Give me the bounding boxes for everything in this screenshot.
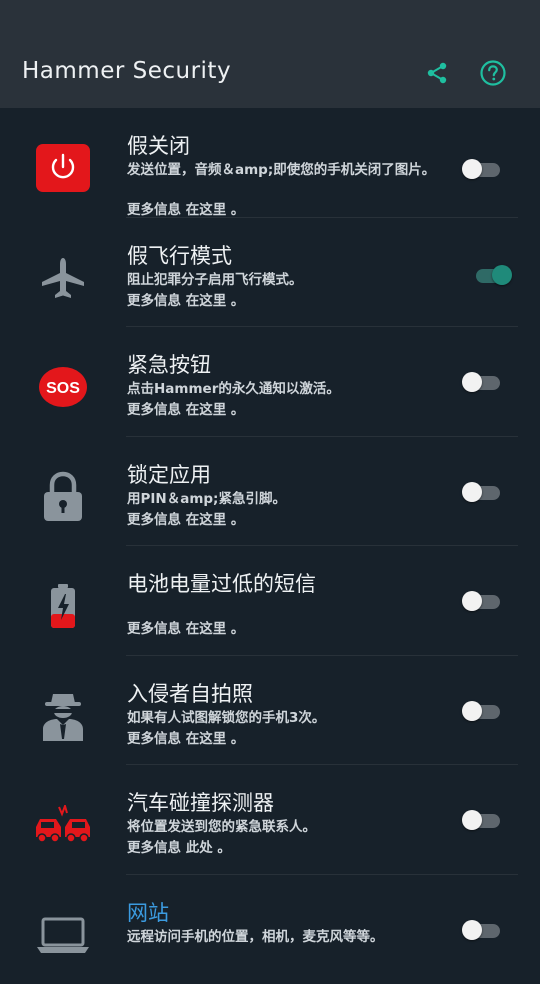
feature-row-fake-airplane-mode[interactable]: 假飞行模式 阻止犯罪分子启用飞行模式。 更多信息 在这里 。: [0, 218, 540, 328]
feature-description: 如果有人试图解锁您的手机3次。: [127, 709, 447, 727]
sos-label: SOS: [46, 380, 80, 397]
feature-title: 锁定应用: [127, 459, 211, 489]
feature-row-website[interactable]: 网站 远程访问手机的位置，相机，麦克风等等。: [0, 875, 540, 984]
more-info-link[interactable]: 更多信息 在这里 。: [127, 198, 244, 218]
car-crash-detector-toggle[interactable]: [462, 809, 500, 831]
power-icon: [34, 142, 92, 194]
car-crash-icon: [34, 799, 92, 851]
fake-airplane-mode-toggle[interactable]: [472, 264, 510, 286]
more-info-link[interactable]: 更多信息 在这里 。: [127, 398, 244, 418]
intruder-selfie-toggle[interactable]: [462, 700, 500, 722]
battery-low-icon: [34, 580, 92, 632]
more-info-link[interactable]: 更多信息 在这里 。: [127, 508, 244, 528]
more-info-link[interactable]: 更多信息 在这里 。: [127, 727, 244, 747]
feature-description: 点击Hammer的永久通知以激活。: [127, 380, 447, 398]
feature-description: 发送位置，音频＆amp;即使您的手机关闭了图片。: [127, 161, 447, 179]
feature-row-car-crash-detector[interactable]: 汽车碰撞探测器 将位置发送到您的紧急联系人。 更多信息 此处 。: [0, 765, 540, 875]
fake-shutdown-toggle[interactable]: [462, 158, 500, 180]
more-info-link[interactable]: 更多信息 在这里 。: [127, 289, 244, 309]
app-bar: Hammer Security: [0, 36, 540, 108]
feature-title: 紧急按钮: [127, 349, 211, 379]
lock-icon: [34, 471, 92, 523]
low-battery-sms-toggle[interactable]: [462, 590, 500, 612]
sos-icon: SOS: [34, 361, 92, 413]
feature-title: 假关闭: [127, 130, 190, 160]
status-bar: [0, 0, 540, 36]
emergency-button-toggle[interactable]: [462, 371, 500, 393]
more-info-link[interactable]: 更多信息 在这里 。: [127, 617, 244, 637]
feature-row-low-battery-sms[interactable]: 电池电量过低的短信 更多信息 在这里 。: [0, 546, 540, 656]
more-info-link[interactable]: 更多信息 此处 。: [127, 836, 231, 856]
feature-row-emergency-button[interactable]: SOS 紧急按钮 点击Hammer的永久通知以激活。 更多信息 在这里 。: [0, 327, 540, 437]
feature-description: 将位置发送到您的紧急联系人。: [127, 818, 447, 836]
feature-title: 电池电量过低的短信: [127, 568, 316, 598]
feature-list: 假关闭 发送位置，音频＆amp;即使您的手机关闭了图片。 更多信息 在这里 。 …: [0, 108, 540, 984]
feature-row-intruder-selfie[interactable]: 入侵者自拍照 如果有人试图解锁您的手机3次。 更多信息 在这里 。: [0, 656, 540, 766]
help-icon[interactable]: [478, 58, 508, 88]
feature-title: 假飞行模式: [127, 240, 232, 270]
feature-description: 远程访问手机的位置，相机，麦克风等等。: [127, 928, 447, 946]
feature-row-lock-apps[interactable]: 锁定应用 用PIN＆amp;紧急引脚。 更多信息 在这里 。: [0, 437, 540, 547]
feature-title: 汽车碰撞探测器: [127, 787, 274, 817]
feature-description: 用PIN＆amp;紧急引脚。: [127, 490, 447, 508]
feature-row-fake-shutdown[interactable]: 假关闭 发送位置，音频＆amp;即使您的手机关闭了图片。 更多信息 在这里 。: [0, 108, 540, 218]
airplane-icon: [34, 252, 92, 304]
app-title: Hammer Security: [22, 58, 231, 84]
feature-title: 入侵者自拍照: [127, 678, 253, 708]
feature-title[interactable]: 网站: [127, 897, 169, 927]
feature-description: 阻止犯罪分子启用飞行模式。: [127, 271, 447, 289]
lock-apps-toggle[interactable]: [462, 481, 500, 503]
intruder-icon: [34, 690, 92, 742]
share-icon[interactable]: [422, 58, 452, 88]
laptop-icon: [34, 909, 92, 961]
website-toggle[interactable]: [462, 919, 500, 941]
